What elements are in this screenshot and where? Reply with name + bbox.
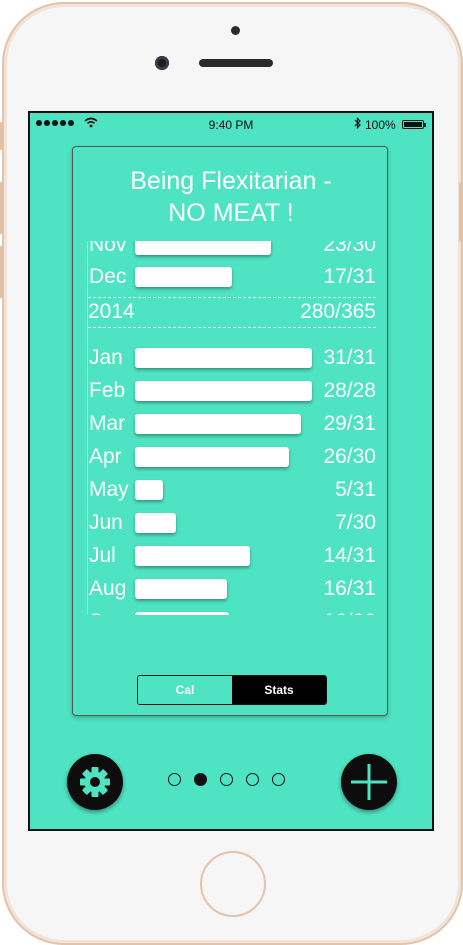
month-progress-bar: [135, 241, 271, 255]
tab-cal[interactable]: Cal: [138, 676, 232, 704]
year-summary-row: 2014 280/365: [88, 297, 376, 329]
gear-icon: [80, 767, 110, 797]
month-progress-bar: [135, 513, 176, 533]
year-label: 2014: [88, 300, 135, 323]
month-count: 16/31: [323, 577, 376, 600]
month-count: 16/30: [323, 610, 376, 615]
page-dot[interactable]: [246, 773, 259, 786]
settings-button[interactable]: [67, 754, 123, 810]
month-count: 14/31: [323, 544, 376, 567]
power-button: [459, 182, 463, 242]
page-dot[interactable]: [272, 773, 285, 786]
month-progress-bar: [135, 348, 312, 368]
month-progress-bar: [135, 267, 232, 287]
page-dot[interactable]: [220, 773, 233, 786]
bluetooth-icon: [354, 117, 362, 132]
page-dot[interactable]: [194, 773, 207, 786]
page-dot[interactable]: [168, 773, 181, 786]
plus-icon: [351, 764, 387, 800]
month-label: Feb: [89, 379, 126, 402]
month-count: 28/28: [323, 379, 376, 402]
title-line-1: Being Flexitarian -: [130, 167, 332, 195]
month-row: Jun 7/30: [88, 509, 376, 539]
month-label: Apr: [89, 445, 122, 468]
month-row: Aug 16/31: [88, 575, 376, 605]
battery-icon: [402, 120, 426, 129]
monthly-stats-list[interactable]: Nov 23/30 Dec 17/31 2014 280/365 Jan 31/31 Feb 28…: [87, 241, 376, 615]
month-count: 29/31: [323, 412, 376, 435]
home-button[interactable]: [200, 851, 266, 917]
month-row: May 5/31: [88, 476, 376, 506]
earpiece-speaker: [199, 59, 273, 67]
month-row: Feb 28/28: [88, 377, 376, 407]
month-progress-bar: [135, 579, 227, 599]
add-button[interactable]: [341, 754, 397, 810]
month-label: Mar: [89, 412, 126, 435]
stats-card: Being Flexitarian - NO MEAT ! Nov 23/30 De…: [72, 146, 388, 716]
status-bar: 9:40 PM 100%: [30, 113, 432, 137]
view-segmented-control: Cal Stats: [137, 675, 327, 705]
month-row: Nov 23/30: [88, 241, 376, 261]
year-divider-bottom: [88, 327, 376, 328]
tab-stats[interactable]: Stats: [232, 676, 326, 704]
proximity-sensor: [231, 26, 240, 35]
month-label: Jun: [89, 511, 123, 534]
month-count: 7/30: [335, 511, 376, 534]
app-screen: 9:40 PM 100% Being Flexitarian - NO MEAT…: [28, 111, 434, 831]
year-total: 280/365: [300, 300, 376, 323]
month-label: Nov: [89, 241, 127, 256]
month-progress-bar: [135, 381, 312, 401]
month-progress-bar: [135, 546, 250, 566]
month-label: May: [89, 478, 129, 501]
month-row: Apr 26/30: [88, 443, 376, 473]
front-camera: [155, 56, 169, 70]
page-indicator[interactable]: [168, 773, 285, 786]
month-label: Dec: [89, 265, 127, 288]
month-row: Sep 16/30: [88, 608, 376, 615]
month-label: Aug: [89, 577, 127, 600]
page-title: Being Flexitarian - NO MEAT !: [73, 165, 389, 229]
month-progress-bar: [135, 447, 289, 467]
month-count: 31/31: [323, 346, 376, 369]
month-progress-bar: [135, 612, 229, 615]
month-progress-bar: [135, 414, 301, 434]
month-row: Dec 17/31: [88, 263, 376, 293]
month-row: Jan 31/31: [88, 344, 376, 374]
month-count: 23/30: [323, 241, 376, 256]
month-count: 26/30: [323, 445, 376, 468]
month-label: Jan: [89, 346, 123, 369]
volume-down-button: [0, 246, 3, 298]
month-row: Jul 14/31: [88, 542, 376, 572]
title-line-2: NO MEAT !: [168, 199, 294, 227]
volume-up-button: [0, 182, 3, 234]
battery-percent: 100%: [365, 118, 396, 132]
mute-switch: [0, 122, 3, 150]
month-count: 17/31: [323, 265, 376, 288]
month-count: 5/31: [335, 478, 376, 501]
month-progress-bar: [135, 480, 163, 500]
month-row: Mar 29/31: [88, 410, 376, 440]
month-label: Sep: [89, 610, 126, 615]
month-label: Jul: [89, 544, 116, 567]
